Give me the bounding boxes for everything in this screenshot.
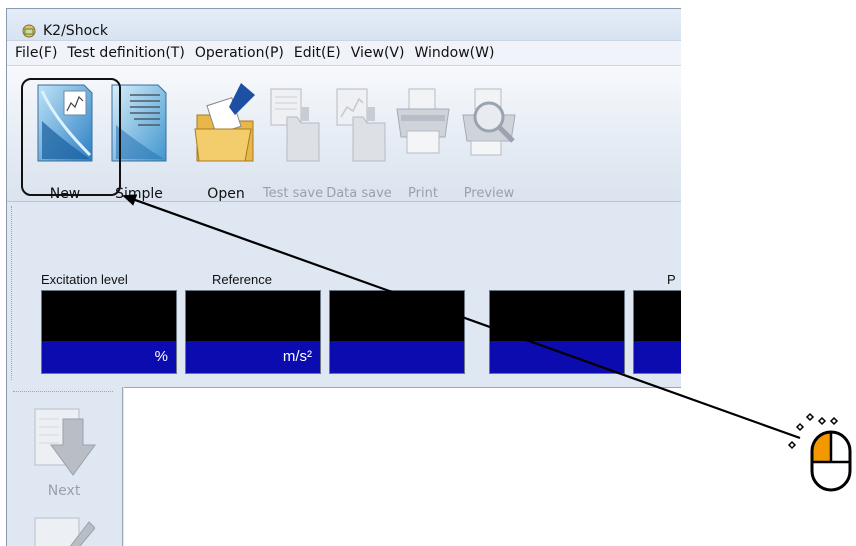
k2-shock-app-icon — [21, 23, 37, 39]
preview-button-label: Preview — [463, 186, 515, 201]
preview-button: Preview — [455, 81, 523, 201]
menu-edit[interactable]: Edit(E) — [289, 45, 346, 61]
test-save-button-label: Test save — [262, 186, 324, 201]
partial-label: P — [667, 272, 676, 287]
data-save-icon — [327, 81, 391, 165]
data-save-button-label: Data save — [326, 186, 392, 201]
menu-file[interactable]: File(F) — [7, 45, 62, 61]
main-toolbar: New Simple Open Test save Data save Prin… — [7, 66, 681, 202]
simple-document-icon — [108, 81, 170, 165]
meter-unit: % — [42, 341, 176, 373]
meter-5 — [633, 290, 681, 374]
printer-icon — [391, 81, 455, 165]
open-folder-icon — [191, 81, 261, 165]
mouse-left-click-icon — [787, 412, 852, 492]
side-toolbar: Next — [7, 387, 123, 546]
window-title: K2/Shock — [43, 23, 108, 39]
new-document-icon — [34, 81, 96, 165]
menu-bar: File(F) Test definition(T) Operation(P) … — [7, 40, 681, 66]
meter-3 — [329, 290, 465, 374]
menu-test-definition[interactable]: Test definition(T) — [62, 45, 189, 61]
menu-view[interactable]: View(V) — [346, 45, 410, 61]
meter-unit — [330, 341, 464, 373]
open-button[interactable]: Open — [191, 81, 261, 202]
next-button-label: Next — [47, 483, 81, 499]
menu-operation[interactable]: Operation(P) — [190, 45, 289, 61]
test-save-button: Test save — [259, 81, 327, 201]
new-button[interactable]: New — [31, 81, 99, 202]
meter-unit: m/s² — [186, 341, 320, 373]
side-toolbar-grip[interactable] — [13, 391, 113, 394]
meter-4 — [489, 290, 625, 374]
edit-icon[interactable] — [31, 512, 96, 546]
meter-value — [330, 291, 464, 341]
meter-value — [42, 291, 176, 341]
print-button-label: Print — [408, 186, 438, 201]
meter-unit — [490, 341, 624, 373]
excitation-level-meter: % — [41, 290, 177, 374]
print-button: Print — [389, 81, 457, 201]
panel-grip[interactable] — [11, 206, 14, 380]
measurement-panel: Excitation level Reference P % m/s² — [7, 202, 681, 384]
simple-button[interactable]: Simple — [105, 81, 173, 202]
reference-label: Reference — [212, 272, 272, 287]
menu-window[interactable]: Window(W) — [409, 45, 499, 61]
main-content-area[interactable] — [124, 387, 681, 546]
simple-button-label: Simple — [115, 186, 163, 202]
preview-icon — [457, 81, 521, 165]
meter-unit — [634, 341, 681, 373]
meter-value — [490, 291, 624, 341]
test-save-icon — [261, 81, 325, 165]
excitation-level-label: Excitation level — [41, 272, 128, 287]
next-button[interactable]: Next — [29, 405, 99, 515]
open-button-label: Open — [207, 186, 245, 202]
meter-value — [634, 291, 681, 341]
meter-value — [186, 291, 320, 341]
new-button-label: New — [49, 186, 81, 202]
reference-meter: m/s² — [185, 290, 321, 374]
data-save-button: Data save — [325, 81, 393, 201]
application-window: K2/Shock File(F) Test definition(T) Oper… — [6, 8, 681, 546]
